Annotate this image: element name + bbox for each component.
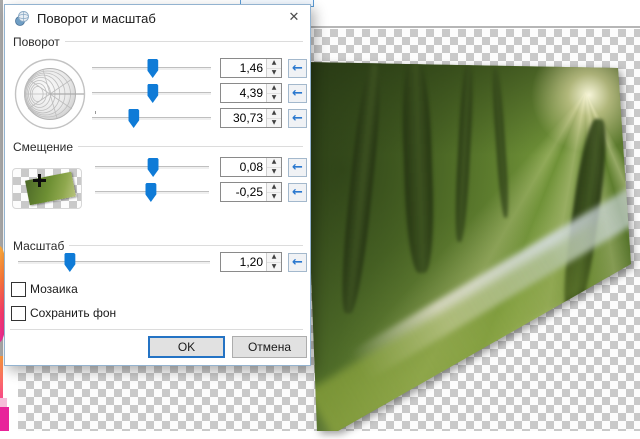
spin-up-icon[interactable]: ▲: [267, 158, 281, 168]
rotated-forest-photo[interactable]: [303, 62, 631, 431]
rotation-x-slider[interactable]: [92, 58, 211, 78]
reset-arrow-icon[interactable]: ←: [288, 59, 307, 78]
rotate-scale-icon: [15, 11, 29, 26]
slider-thumb[interactable]: [145, 183, 157, 202]
slider-thumb[interactable]: [64, 253, 76, 272]
offset-x-slider[interactable]: [95, 157, 209, 177]
group-label-rotation: Поворот: [13, 35, 65, 49]
rotation-z-slider[interactable]: [92, 108, 211, 128]
spin-up-icon[interactable]: ▲: [267, 253, 281, 263]
offset-preview-thumbnail[interactable]: [12, 168, 82, 209]
cancel-button[interactable]: Отмена: [232, 336, 307, 358]
keep-background-checkbox-label: Сохранить фон: [30, 306, 117, 320]
ok-button[interactable]: OK: [148, 336, 225, 358]
slider-thumb[interactable]: [147, 59, 159, 78]
scale-spinbox[interactable]: 1,20 ▲ ▼: [220, 252, 282, 272]
spin-down-icon[interactable]: ▼: [267, 192, 281, 201]
slider-thumb[interactable]: [147, 84, 159, 103]
rotation-y-slider[interactable]: [92, 83, 211, 103]
scale-slider[interactable]: [18, 252, 210, 272]
slider-track: [92, 117, 211, 120]
offset-y-slider[interactable]: [95, 182, 209, 202]
reset-arrow-icon[interactable]: ←: [288, 109, 307, 128]
spin-down-icon[interactable]: ▼: [267, 68, 281, 77]
offset-x-spinbox[interactable]: 0,08 ▲ ▼: [220, 157, 282, 177]
scale-value[interactable]: 1,20: [221, 253, 266, 271]
trackball-icon[interactable]: [13, 57, 87, 131]
offset-x-value[interactable]: 0,08: [221, 158, 266, 176]
offset-y-spinbox[interactable]: -0,25 ▲ ▼: [220, 182, 282, 202]
dialog-titlebar[interactable]: Поворот и масштаб ✕: [5, 5, 310, 31]
spin-up-icon[interactable]: ▲: [267, 84, 281, 94]
rotation-x-value[interactable]: 1,46: [221, 59, 266, 77]
mosaic-checkbox-label: Мозаика: [30, 282, 78, 296]
group-label-scale: Масштаб: [13, 239, 70, 253]
spin-up-icon[interactable]: ▲: [267, 59, 281, 69]
reset-arrow-icon[interactable]: ←: [288, 84, 307, 103]
app-logo-tail: [0, 356, 3, 398]
rotation-y-value[interactable]: 4,39: [221, 84, 266, 102]
footer-separator: [10, 329, 303, 330]
reset-arrow-icon[interactable]: ←: [288, 253, 307, 272]
rotation-z-spinbox[interactable]: 30,73 ▲ ▼: [220, 108, 282, 128]
slider-thumb[interactable]: [128, 109, 140, 128]
rotation-y-spinbox[interactable]: 4,39 ▲ ▼: [220, 83, 282, 103]
spin-up-icon[interactable]: ▲: [267, 183, 281, 193]
magenta-color-swatch: [0, 407, 9, 431]
reset-arrow-icon[interactable]: ←: [288, 183, 307, 202]
close-icon[interactable]: ✕: [278, 5, 310, 31]
spin-up-icon[interactable]: ▲: [267, 109, 281, 119]
dialog-title: Поворот и масштаб: [37, 10, 156, 26]
keep-background-checkbox[interactable]: [11, 306, 26, 321]
rotate-scale-dialog: Поворот и масштаб ✕ Поворот 1,46 ▲ ▼ ← 4…: [4, 4, 311, 366]
offset-y-value[interactable]: -0,25: [221, 183, 266, 201]
crosshair-icon: [33, 174, 46, 187]
slider-track: [18, 261, 210, 264]
spin-down-icon[interactable]: ▼: [267, 167, 281, 176]
spin-down-icon[interactable]: ▼: [267, 118, 281, 127]
group-label-offset: Смещение: [13, 140, 79, 154]
spin-down-icon[interactable]: ▼: [267, 262, 281, 271]
spin-down-icon[interactable]: ▼: [267, 93, 281, 102]
rotation-x-spinbox[interactable]: 1,46 ▲ ▼: [220, 58, 282, 78]
mosaic-checkbox[interactable]: [11, 282, 26, 297]
canvas-photo-wrap: [300, 58, 640, 431]
rotation-z-value[interactable]: 30,73: [221, 109, 266, 127]
slider-thumb[interactable]: [147, 158, 159, 177]
reset-arrow-icon[interactable]: ←: [288, 158, 307, 177]
